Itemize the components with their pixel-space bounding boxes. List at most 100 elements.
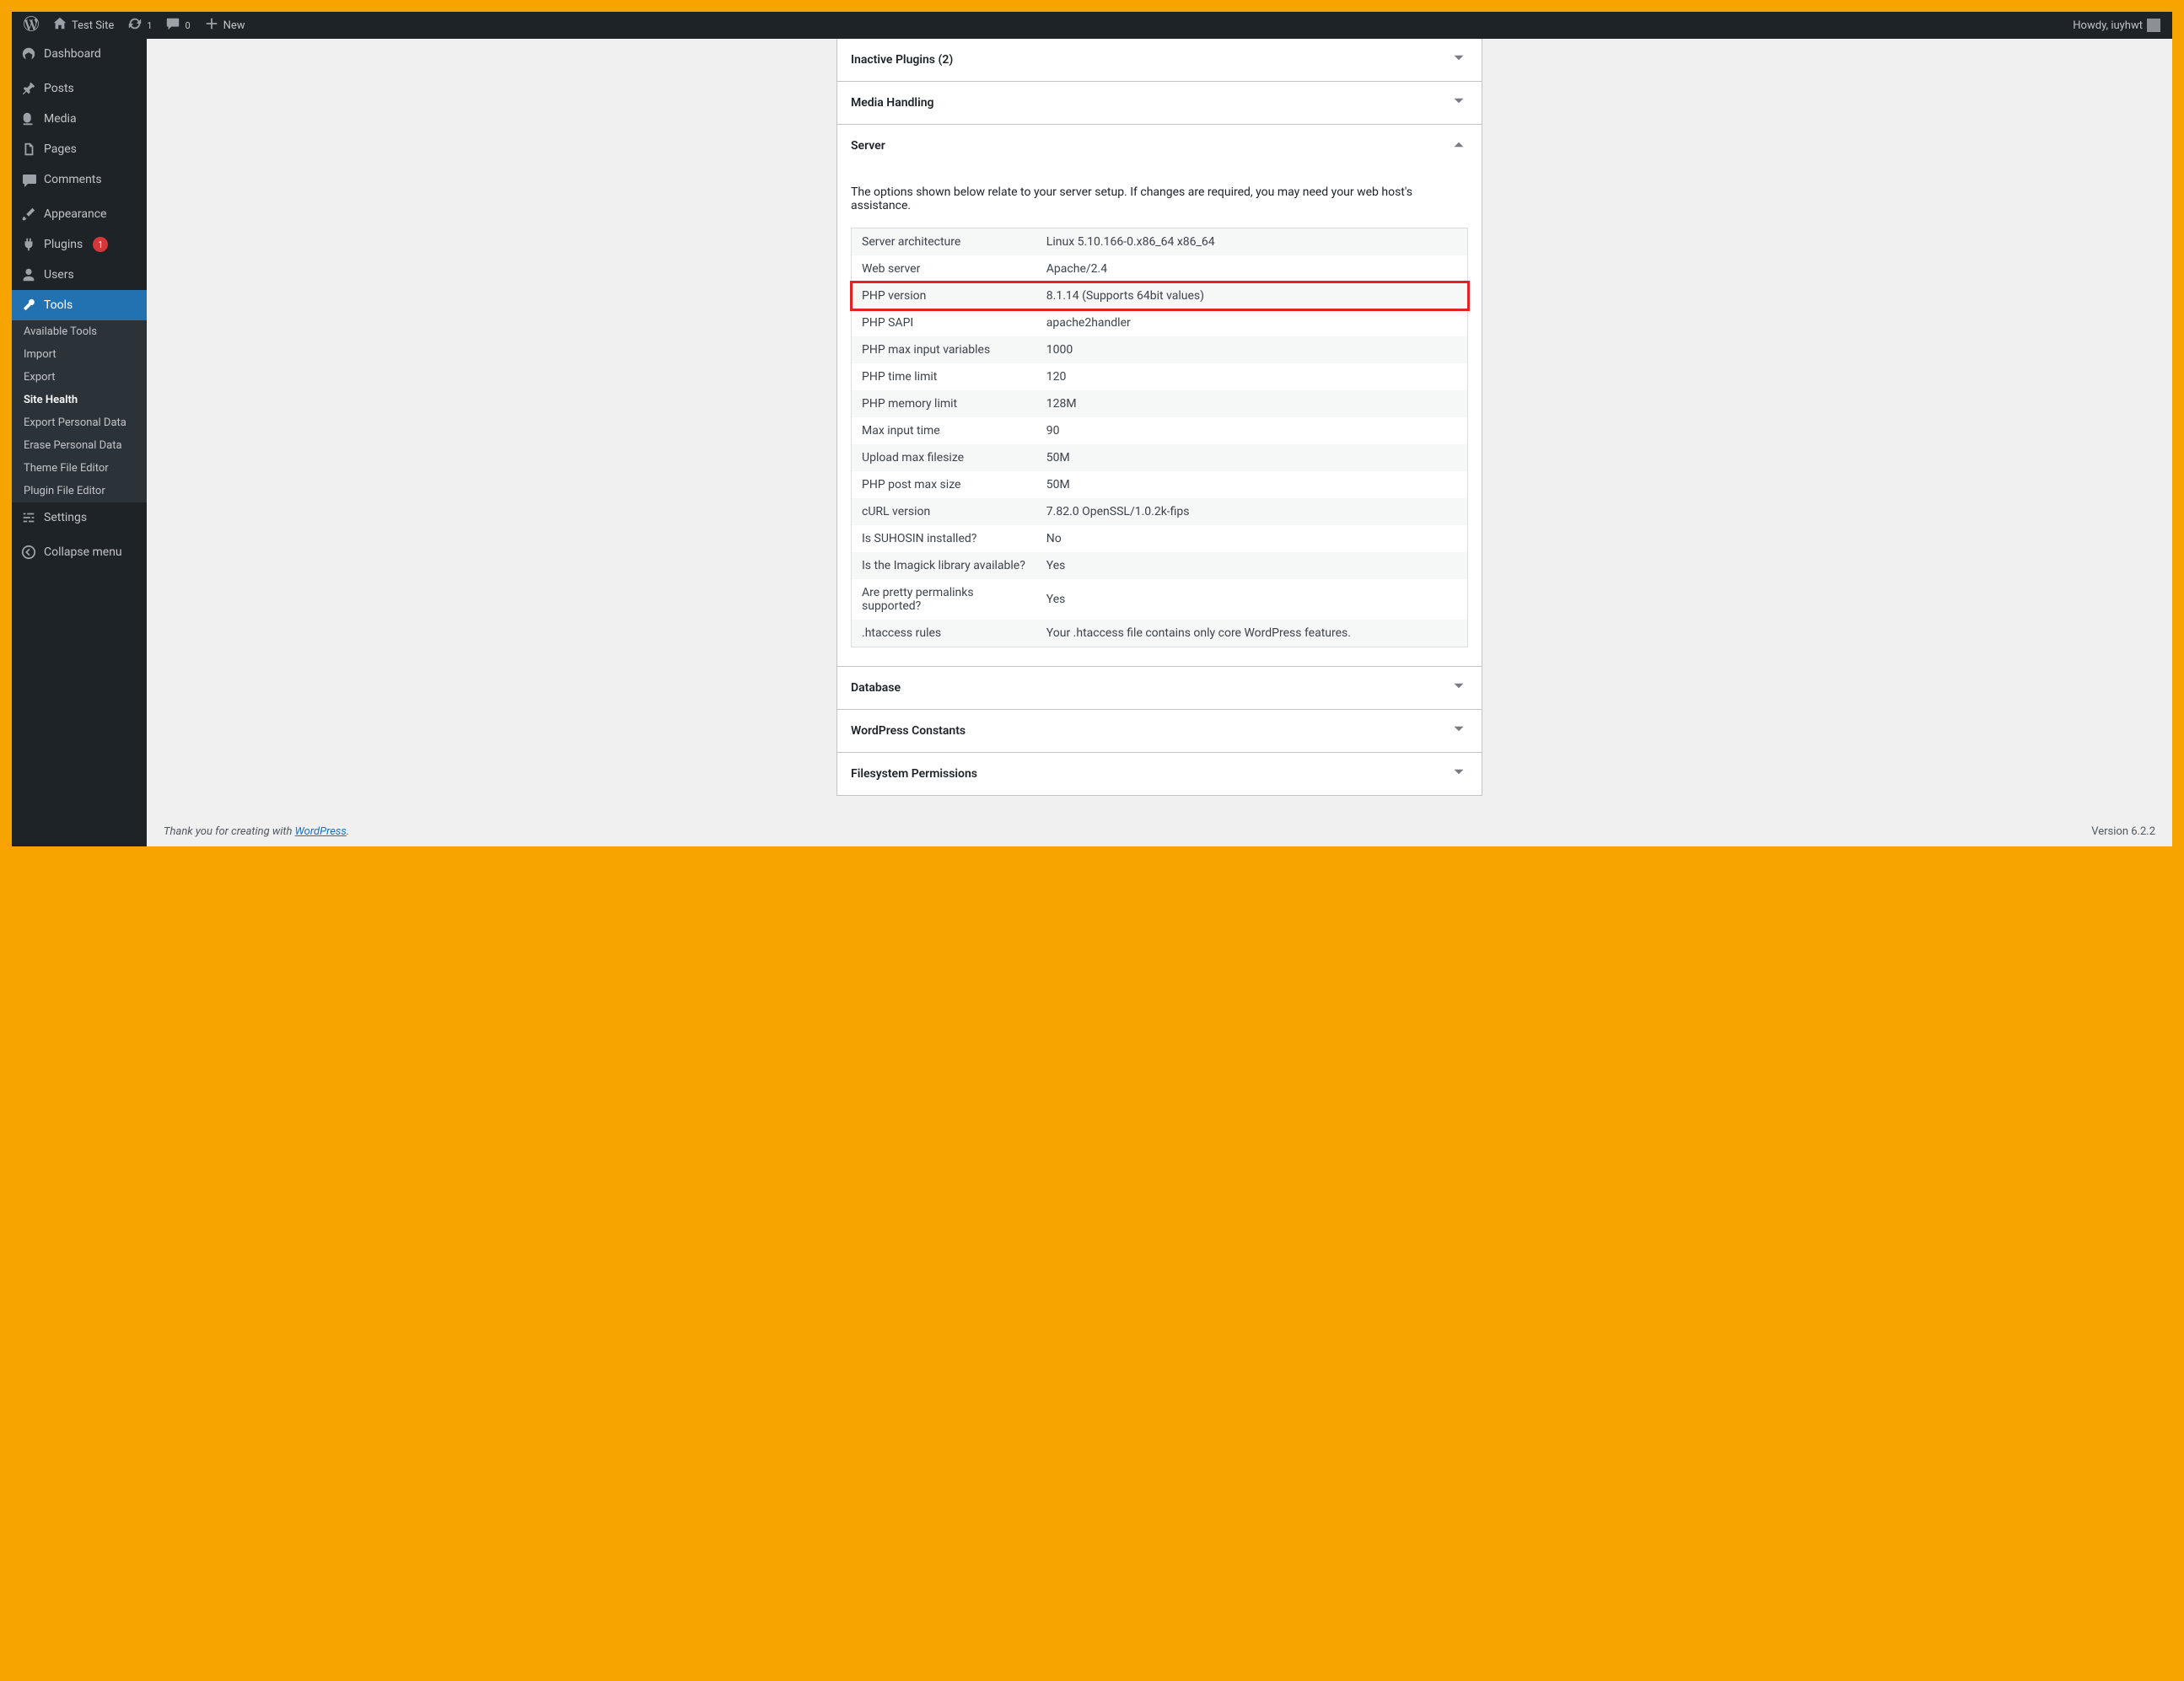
admin-sidebar: Dashboard Posts Media Pages Comments App…: [12, 39, 147, 846]
sidebar-label-dashboard: Dashboard: [44, 47, 101, 61]
panel-title: Server: [851, 139, 885, 153]
sidebar-item-dashboard[interactable]: Dashboard: [12, 39, 147, 69]
row-value: Linux 5.10.166-0.x86_64 x86_64: [1036, 228, 1468, 256]
submenu-export[interactable]: Export: [12, 366, 147, 389]
row-value: 120: [1036, 363, 1468, 390]
chevron-down-icon: [1450, 677, 1468, 699]
row-value: Yes: [1036, 579, 1468, 620]
chevron-down-icon: [1450, 49, 1468, 71]
sidebar-item-posts[interactable]: Posts: [12, 73, 147, 104]
row-value: 90: [1036, 417, 1468, 444]
row-value: 50M: [1036, 471, 1468, 498]
row-value: 1000: [1036, 336, 1468, 363]
sidebar-item-appearance[interactable]: Appearance: [12, 199, 147, 229]
collapse-menu-button[interactable]: Collapse menu: [12, 537, 147, 567]
row-label: PHP version: [852, 282, 1036, 309]
chevron-down-icon: [1450, 763, 1468, 785]
row-value: No: [1036, 525, 1468, 552]
submenu-site-health[interactable]: Site Health: [12, 389, 147, 411]
comments-icon: [20, 171, 37, 188]
media-icon: [20, 110, 37, 127]
collapse-label: Collapse menu: [44, 545, 122, 559]
panel-toggle-server[interactable]: Server: [837, 125, 1482, 167]
panel-toggle-filesystem-permissions[interactable]: Filesystem Permissions: [837, 753, 1482, 795]
pin-icon: [20, 80, 37, 97]
panel-wordpress-constants: WordPress Constants: [836, 709, 1482, 753]
panel-title: Media Handling: [851, 96, 934, 110]
main-content: Inactive Plugins (2) Media Handling Serv…: [147, 39, 2172, 846]
plus-icon: [204, 16, 219, 35]
wordpress-link[interactable]: WordPress: [295, 825, 347, 838]
admin-bar: Test Site 1 0 New Howdy, iuyhwt: [12, 12, 2172, 39]
table-row: PHP SAPIapache2handler: [852, 309, 1468, 336]
panel-media-handling: Media Handling: [836, 81, 1482, 125]
updates-count: 1: [147, 20, 152, 31]
sidebar-item-tools[interactable]: Tools: [12, 290, 147, 320]
submenu-export-personal-data[interactable]: Export Personal Data: [12, 411, 147, 434]
panel-database: Database: [836, 666, 1482, 710]
sidebar-label-posts: Posts: [44, 82, 74, 95]
wp-logo[interactable]: [17, 12, 46, 39]
chevron-down-icon: [1450, 720, 1468, 742]
submenu-erase-personal-data[interactable]: Erase Personal Data: [12, 434, 147, 457]
sidebar-item-media[interactable]: Media: [12, 104, 147, 134]
user-icon: [20, 266, 37, 283]
table-row: Web serverApache/2.4: [852, 255, 1468, 282]
sidebar-label-users: Users: [44, 268, 74, 282]
row-label: Max input time: [852, 417, 1036, 444]
server-info-table: Server architectureLinux 5.10.166-0.x86_…: [851, 228, 1468, 647]
sidebar-item-pages[interactable]: Pages: [12, 134, 147, 164]
row-value: 8.1.14 (Supports 64bit values): [1036, 282, 1468, 309]
panel-toggle-media-handling[interactable]: Media Handling: [837, 82, 1482, 124]
table-row: Max input time90: [852, 417, 1468, 444]
row-value: 128M: [1036, 390, 1468, 417]
submenu-plugin-file-editor[interactable]: Plugin File Editor: [12, 480, 147, 502]
howdy-label: Howdy, iuyhwt: [2073, 19, 2143, 32]
table-row: PHP post max size50M: [852, 471, 1468, 498]
new-content-link[interactable]: New: [197, 12, 252, 39]
table-row: Upload max filesize50M: [852, 444, 1468, 471]
panel-title: Filesystem Permissions: [851, 767, 977, 781]
row-label: PHP SAPI: [852, 309, 1036, 336]
plugins-update-badge: 1: [93, 237, 108, 252]
panel-title: Database: [851, 681, 901, 695]
submenu-theme-file-editor[interactable]: Theme File Editor: [12, 457, 147, 480]
table-row: PHP version8.1.14 (Supports 64bit values…: [852, 282, 1468, 309]
table-row: cURL version7.82.0 OpenSSL/1.0.2k-fips: [852, 498, 1468, 525]
table-row: PHP memory limit128M: [852, 390, 1468, 417]
row-label: Are pretty permalinks supported?: [852, 579, 1036, 620]
version-label: Version 6.2.2: [2091, 825, 2155, 838]
tools-icon: [20, 297, 37, 314]
row-value: Yes: [1036, 552, 1468, 579]
pages-icon: [20, 141, 37, 158]
sidebar-item-users[interactable]: Users: [12, 260, 147, 290]
table-row: Server architectureLinux 5.10.166-0.x86_…: [852, 228, 1468, 256]
row-value: Your .htaccess file contains only core W…: [1036, 620, 1468, 647]
my-account-link[interactable]: Howdy, iuyhwt: [2066, 12, 2167, 39]
panel-title: WordPress Constants: [851, 724, 966, 738]
row-label: PHP time limit: [852, 363, 1036, 390]
comments-link[interactable]: 0: [159, 12, 196, 39]
comment-icon: [165, 16, 180, 35]
row-label: PHP post max size: [852, 471, 1036, 498]
wordpress-icon: [24, 16, 39, 35]
panel-toggle-database[interactable]: Database: [837, 667, 1482, 709]
panel-toggle-inactive-plugins[interactable]: Inactive Plugins (2): [837, 39, 1482, 81]
row-label: .htaccess rules: [852, 620, 1036, 647]
updates-link[interactable]: 1: [121, 12, 159, 39]
server-description: The options shown below relate to your s…: [851, 185, 1468, 212]
submenu-available-tools[interactable]: Available Tools: [12, 320, 147, 343]
submenu-import[interactable]: Import: [12, 343, 147, 366]
row-label: Server architecture: [852, 228, 1036, 256]
sidebar-item-plugins[interactable]: Plugins 1: [12, 229, 147, 260]
sidebar-item-settings[interactable]: Settings: [12, 502, 147, 533]
settings-icon: [20, 509, 37, 526]
table-row: PHP max input variables1000: [852, 336, 1468, 363]
panel-filesystem-permissions: Filesystem Permissions: [836, 752, 1482, 796]
row-value: Apache/2.4: [1036, 255, 1468, 282]
sidebar-item-comments[interactable]: Comments: [12, 164, 147, 195]
panel-inactive-plugins: Inactive Plugins (2): [836, 39, 1482, 82]
comments-count: 0: [185, 20, 190, 31]
site-name-link[interactable]: Test Site: [46, 12, 121, 39]
panel-toggle-wordpress-constants[interactable]: WordPress Constants: [837, 710, 1482, 752]
